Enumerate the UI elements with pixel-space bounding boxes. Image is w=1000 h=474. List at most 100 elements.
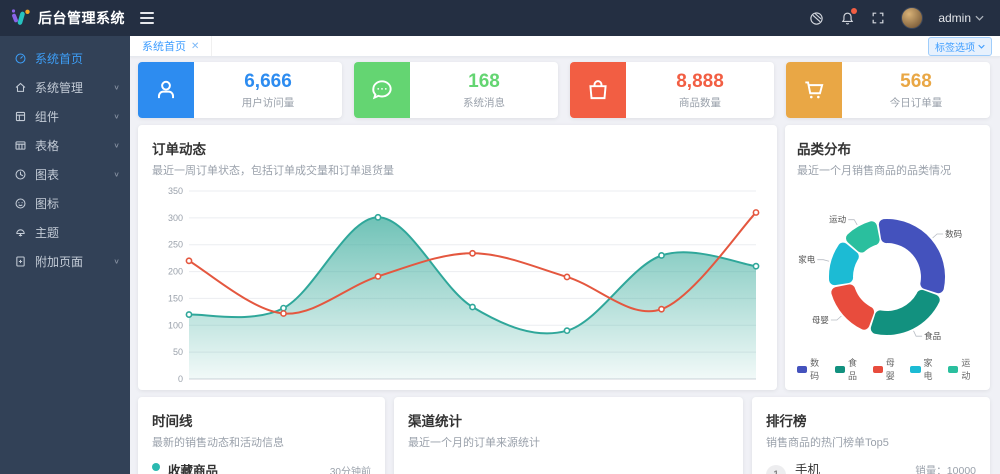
fullscreen-icon[interactable] xyxy=(870,10,886,26)
chevron-down-icon: ∨ xyxy=(113,83,120,92)
stat-card-goods: 8,888 商品数量 xyxy=(570,62,774,118)
ranking-item: 1 手机 销量：10000 xyxy=(766,459,976,474)
chevron-down-icon: ∨ xyxy=(113,170,120,179)
bell-icon[interactable] xyxy=(839,10,855,26)
sidebar-item-label: 系统管理 xyxy=(35,79,105,96)
timeline-item-time: 30分钟前 xyxy=(330,463,371,474)
home-icon xyxy=(14,81,27,94)
svg-text:200: 200 xyxy=(168,267,183,277)
svg-text:家电: 家电 xyxy=(798,255,816,265)
legend-item[interactable]: 家电 xyxy=(910,356,940,382)
sidebar-item-components[interactable]: 组件 ∨ xyxy=(0,102,130,131)
language-icon[interactable] xyxy=(808,10,824,26)
category-chart-card: 品类分布 最近一个月销售商品的品类情况 数码食品母婴家电运动 数码 食品 母婴 … xyxy=(785,125,990,390)
rank-name: 手机 xyxy=(795,459,820,474)
svg-text:数码: 数码 xyxy=(945,229,962,239)
legend-item[interactable]: 母婴 xyxy=(873,356,903,382)
chevron-down-icon: ∨ xyxy=(113,141,120,150)
sidebar-item-label: 图标 xyxy=(35,195,120,212)
timeline-title: 时间线 xyxy=(152,410,371,430)
category-chart-svg: 数码食品母婴家电运动 xyxy=(797,180,978,354)
chevron-down-icon: ∨ xyxy=(113,257,120,266)
chart-icon xyxy=(14,168,27,181)
svg-text:350: 350 xyxy=(168,186,183,196)
stat-value: 6,666 xyxy=(244,71,292,93)
stat-card-visits: 6,666 用户访问量 xyxy=(138,62,342,118)
timeline-card: 时间线 最新的销售动态和活动信息 收藏商品 30分钟前 xxx收藏了你的商品，就… xyxy=(138,397,385,474)
sidebar-item-charts[interactable]: 图表 ∨ xyxy=(0,160,130,189)
stat-card-orders: 568 今日订单量 xyxy=(786,62,990,118)
sidebar-item-system[interactable]: 系统管理 ∨ xyxy=(0,73,130,102)
table-icon xyxy=(14,139,27,152)
main-content: 6,666 用户访问量 168 系统消息 8,888 商品数量 xyxy=(130,57,1000,474)
legend-item[interactable]: 数码 xyxy=(797,356,827,382)
pages-icon xyxy=(14,255,27,268)
tab-label: 系统首页 xyxy=(142,38,186,54)
tab-options-label: 标签选项 xyxy=(935,39,975,54)
stat-card-messages: 168 系统消息 xyxy=(354,62,558,118)
sidebar-item-tables[interactable]: 表格 ∨ xyxy=(0,131,130,160)
order-chart-subtitle: 最近一周订单状态，包括订单成交量和订单退货量 xyxy=(152,162,763,178)
sidebar-item-pages[interactable]: 附加页面∨ xyxy=(0,247,130,276)
dashboard-icon xyxy=(14,52,27,65)
legend-item[interactable]: 运动 xyxy=(948,356,978,382)
user-avatar[interactable] xyxy=(901,7,923,29)
svg-text:150: 150 xyxy=(168,293,183,303)
app-header: 后台管理系统 admin xyxy=(0,0,1000,36)
stat-value: 8,888 xyxy=(676,71,724,93)
sidebar-item-label: 图表 xyxy=(35,166,105,183)
svg-text:食品: 食品 xyxy=(924,331,941,341)
close-icon[interactable]: ✕ xyxy=(191,41,199,52)
sidebar-item-label: 主题 xyxy=(35,224,120,241)
chevron-down-icon xyxy=(978,44,985,49)
stat-label: 今日订单量 xyxy=(890,95,943,110)
stat-label: 系统消息 xyxy=(463,95,505,110)
ranking-card: 排行榜 销售商品的热门榜单Top5 1 手机 销量：10000 xyxy=(752,397,990,474)
timeline-dot xyxy=(152,463,160,471)
ranking-subtitle: 销售商品的热门榜单Top5 xyxy=(766,434,976,450)
theme-icon xyxy=(14,226,27,239)
app-title: 后台管理系统 xyxy=(38,8,125,28)
collapse-menu-button[interactable] xyxy=(136,8,158,28)
order-chart-svg: 050100150200250300350MonTueWedThuFriSatS… xyxy=(152,184,763,384)
svg-text:250: 250 xyxy=(168,240,183,250)
channel-card: 渠道统计 最近一个月的订单来源统计 xyxy=(394,397,743,474)
timeline-item: 收藏商品 30分钟前 xxx收藏了你的商品，就是不买 xyxy=(152,460,371,474)
icons-icon xyxy=(14,197,27,210)
tab-dashboard[interactable]: 系统首页 ✕ xyxy=(130,36,212,56)
stat-value: 168 xyxy=(468,71,500,93)
tab-options-button[interactable]: 标签选项 xyxy=(928,37,992,56)
sidebar: 系统首页 系统管理 ∨ 组件 ∨ 表格 ∨ 图表 ∨ 图标 主题 附加页面∨ xyxy=(0,36,130,474)
stat-label: 商品数量 xyxy=(679,95,721,110)
channel-title: 渠道统计 xyxy=(408,410,729,430)
svg-text:300: 300 xyxy=(168,213,183,223)
user-icon xyxy=(138,62,194,118)
app-logo: 后台管理系统 xyxy=(0,8,130,28)
notification-badge xyxy=(851,8,857,14)
sidebar-item-label: 系统首页 xyxy=(35,50,120,67)
sidebar-item-dashboard[interactable]: 系统首页 xyxy=(0,44,130,73)
sidebar-item-theme[interactable]: 主题 xyxy=(0,218,130,247)
order-chart-card: 订单动态 最近一周订单状态，包括订单成交量和订单退货量 050100150200… xyxy=(138,125,777,390)
legend-item[interactable]: 食品 xyxy=(835,356,865,382)
tab-bar: 系统首页 ✕ 标签选项 xyxy=(130,36,1000,57)
user-menu[interactable]: admin xyxy=(938,11,984,25)
message-icon xyxy=(354,62,410,118)
sidebar-item-label: 表格 xyxy=(35,137,105,154)
category-chart-subtitle: 最近一个月销售商品的品类情况 xyxy=(797,162,978,178)
order-chart-title: 订单动态 xyxy=(152,138,763,158)
stat-value: 568 xyxy=(900,71,932,93)
chevron-down-icon xyxy=(975,15,984,21)
category-chart-title: 品类分布 xyxy=(797,138,978,158)
logo-icon xyxy=(10,8,32,28)
sidebar-item-label: 组件 xyxy=(35,108,105,125)
chevron-down-icon: ∨ xyxy=(113,112,120,121)
rank-badge: 1 xyxy=(766,465,786,474)
timeline-subtitle: 最新的销售动态和活动信息 xyxy=(152,434,371,450)
rank-sales: 销量：10000 xyxy=(915,463,976,474)
svg-text:母婴: 母婴 xyxy=(812,315,829,325)
timeline-item-title: 收藏商品 xyxy=(168,460,218,474)
components-icon xyxy=(14,110,27,123)
svg-text:0: 0 xyxy=(178,374,183,384)
sidebar-item-icons[interactable]: 图标 xyxy=(0,189,130,218)
